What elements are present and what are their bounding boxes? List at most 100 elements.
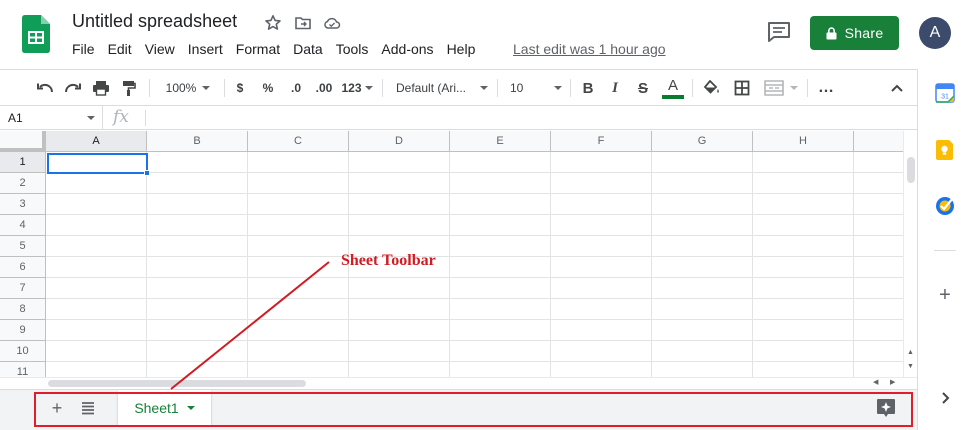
more-options-button[interactable]: … xyxy=(815,70,837,106)
more-formats-select[interactable]: 123 xyxy=(340,70,374,106)
spreadsheet-grid[interactable]: A B C D E F G H 1 2 3 4 5 6 7 8 9 10 11 xyxy=(0,131,903,377)
scroll-right-icon[interactable]: ▶ xyxy=(890,378,895,386)
all-sheets-list-icon[interactable] xyxy=(78,398,98,418)
column-header-d[interactable]: D xyxy=(349,131,450,152)
side-panel: 31 + xyxy=(917,69,972,430)
chevron-down-icon xyxy=(480,86,488,90)
column-headers: A B C D E F G H xyxy=(46,131,903,152)
scroll-down-icon[interactable]: ▼ xyxy=(907,363,914,370)
add-on-add-icon[interactable]: + xyxy=(934,284,956,306)
bold-label: B xyxy=(582,79,594,97)
share-button[interactable]: Share xyxy=(810,16,899,50)
name-box[interactable]: A1 xyxy=(0,106,103,129)
tasks-icon[interactable] xyxy=(934,195,956,217)
sheet-tab-sheet1[interactable]: Sheet1 xyxy=(118,390,211,425)
italic-button[interactable]: I xyxy=(605,70,625,106)
more-formats-label: 123 xyxy=(341,81,362,95)
menu-data[interactable]: Data xyxy=(293,41,323,59)
row-header-7[interactable]: 7 xyxy=(0,278,46,299)
add-sheet-icon[interactable]: + xyxy=(47,398,67,418)
row-header-10[interactable]: 10 xyxy=(0,341,46,362)
cloud-status-icon[interactable] xyxy=(323,14,341,32)
menu-insert[interactable]: Insert xyxy=(188,41,223,59)
decrease-decimal-button[interactable]: .0 xyxy=(286,70,306,106)
fill-color-icon xyxy=(703,80,719,94)
percent-format-button[interactable]: % xyxy=(259,70,277,106)
horizontal-scrollbar[interactable]: ◀ ▶ xyxy=(0,377,917,388)
redo-button[interactable] xyxy=(61,70,85,106)
column-header-b[interactable]: B xyxy=(147,131,248,152)
column-header-f[interactable]: F xyxy=(551,131,652,152)
menu-file[interactable]: File xyxy=(72,41,95,59)
scroll-up-icon[interactable]: ▲ xyxy=(907,349,914,356)
column-header-a[interactable]: A xyxy=(46,131,147,152)
cell-area[interactable] xyxy=(46,152,903,377)
fill-handle[interactable] xyxy=(144,170,150,176)
font-family-select[interactable]: Default (Ari... xyxy=(396,70,488,106)
row-header-6[interactable]: 6 xyxy=(0,257,46,278)
row-header-4[interactable]: 4 xyxy=(0,215,46,236)
sheets-logo-icon[interactable] xyxy=(22,15,50,53)
calendar-icon[interactable]: 31 xyxy=(934,82,956,104)
row-header-3[interactable]: 3 xyxy=(0,194,46,215)
share-label: Share xyxy=(844,25,884,41)
font-size-value: 10 xyxy=(510,81,524,95)
column-header-g[interactable]: G xyxy=(652,131,753,152)
row-header-2[interactable]: 2 xyxy=(0,173,46,194)
menu-add-ons[interactable]: Add-ons xyxy=(381,41,433,59)
comment-history-icon[interactable] xyxy=(766,21,792,43)
column-header-partial[interactable] xyxy=(854,131,903,152)
undo-button[interactable] xyxy=(33,70,57,106)
increase-decimal-button[interactable]: .00 xyxy=(312,70,336,106)
scroll-left-icon[interactable]: ◀ xyxy=(873,378,878,386)
menu-tools[interactable]: Tools xyxy=(336,41,369,59)
vertical-scrollbar[interactable]: ▲ ▼ xyxy=(903,131,917,377)
active-cell-a1[interactable] xyxy=(47,153,148,174)
explore-icon[interactable] xyxy=(875,397,897,419)
currency-format-button[interactable]: $ xyxy=(232,70,248,106)
move-folder-icon[interactable] xyxy=(294,14,312,32)
bold-button[interactable]: B xyxy=(578,70,598,106)
lock-icon xyxy=(826,26,837,39)
column-header-e[interactable]: E xyxy=(450,131,551,152)
row-headers: 1 2 3 4 5 6 7 8 9 10 11 xyxy=(0,152,46,377)
strikethrough-label: S xyxy=(637,79,648,97)
column-header-h[interactable]: H xyxy=(753,131,854,152)
horizontal-scroll-thumb[interactable] xyxy=(48,380,306,387)
select-all-corner[interactable] xyxy=(0,131,46,152)
expand-panel-icon[interactable] xyxy=(936,389,954,407)
paint-format-icon xyxy=(123,80,136,96)
borders-icon xyxy=(734,80,750,96)
menu-view[interactable]: View xyxy=(145,41,175,59)
merge-cells-button[interactable] xyxy=(761,70,801,106)
print-button[interactable] xyxy=(89,70,113,106)
paint-format-button[interactable] xyxy=(117,70,141,106)
italic-label: I xyxy=(612,79,618,96)
menu-help[interactable]: Help xyxy=(447,41,476,59)
formula-input[interactable] xyxy=(152,110,892,126)
last-edit-link[interactable]: Last edit was 1 hour ago xyxy=(513,41,666,57)
row-header-9[interactable]: 9 xyxy=(0,320,46,341)
fill-color-button[interactable] xyxy=(701,70,723,106)
vertical-scroll-thumb[interactable] xyxy=(907,157,915,183)
document-title[interactable]: Untitled spreadsheet xyxy=(72,11,237,32)
star-icon[interactable] xyxy=(264,14,282,32)
borders-button[interactable] xyxy=(731,70,753,106)
function-icon: fx xyxy=(113,107,129,127)
chevron-down-icon[interactable] xyxy=(186,405,195,410)
toolbar-divider xyxy=(692,79,693,97)
font-size-select[interactable]: 10 xyxy=(510,70,562,106)
collapse-menus-button[interactable] xyxy=(887,70,907,106)
menu-edit[interactable]: Edit xyxy=(108,41,132,59)
row-header-11[interactable]: 11 xyxy=(0,362,46,377)
account-avatar[interactable]: A xyxy=(919,17,951,49)
text-color-button[interactable]: A xyxy=(661,70,685,106)
keep-icon[interactable] xyxy=(934,139,956,161)
menu-format[interactable]: Format xyxy=(236,41,280,59)
strikethrough-button[interactable]: S xyxy=(633,70,653,106)
row-header-1[interactable]: 1 xyxy=(0,152,46,173)
column-header-c[interactable]: C xyxy=(248,131,349,152)
row-header-5[interactable]: 5 xyxy=(0,236,46,257)
zoom-select[interactable]: 100% xyxy=(160,70,216,106)
row-header-8[interactable]: 8 xyxy=(0,299,46,320)
